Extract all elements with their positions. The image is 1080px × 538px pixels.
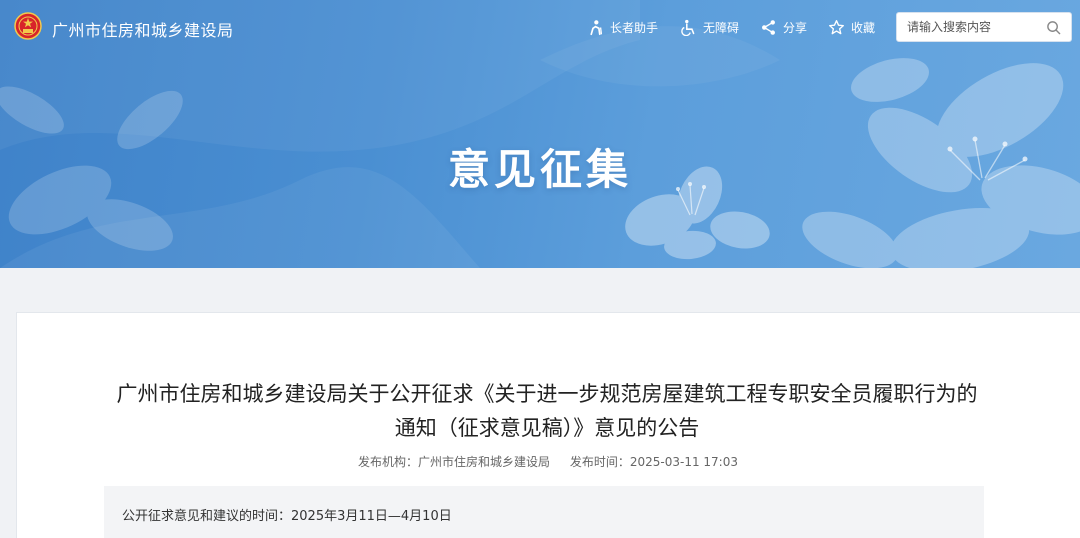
banner: 广州市住房和城乡建设局 长者助手 无障碍 分享 收藏 请输入搜索内容 意见征集: [0, 0, 1080, 268]
article-title-line-1: 广州市住房和城乡建设局关于公开征求《关于进一步规范房屋建筑工程专职安全员履职行为…: [116, 382, 978, 406]
favorite-label: 收藏: [851, 20, 876, 35]
article-title: 广州市住房和城乡建设局关于公开征求《关于进一步规范房屋建筑工程专职安全员履职行为…: [113, 377, 981, 445]
search-box: [896, 12, 1072, 42]
elder-assist-icon: [590, 19, 603, 35]
favorite-button[interactable]: 收藏: [828, 16, 875, 38]
site-title[interactable]: 广州市住房和城乡建设局: [52, 17, 234, 41]
share-button[interactable]: 分享: [760, 16, 807, 38]
top-bar: 广州市住房和城乡建设局 长者助手 无障碍 分享 收藏 请输入搜索内容: [0, 0, 1080, 54]
search-icon[interactable]: [1046, 20, 1061, 35]
publisher: 发布机构：广州市住房和城乡建设局: [358, 455, 551, 469]
comment-period-text: 公开征求意见和建议的时间：2025年3月11日—4月10日: [122, 509, 452, 524]
accessibility-label: 无障碍: [703, 20, 740, 35]
share-label: 分享: [783, 20, 808, 35]
comment-period-notice: 公开征求意见和建议的时间：2025年3月11日—4月10日: [104, 486, 984, 538]
article-card: 广州市住房和城乡建设局关于公开征求《关于进一步规范房屋建筑工程专职安全员履职行为…: [16, 312, 1080, 538]
banner-title: 意见征集: [447, 145, 632, 194]
article-meta: 发布机构：广州市住房和城乡建设局 发布时间：2025-03-11 17:03: [17, 453, 1079, 470]
publish-time: 发布时间：2025-03-11 17:03: [569, 455, 738, 469]
article-title-line-2: 通知（征求意见稿）》意见的公告: [394, 416, 700, 440]
elder-assist-label: 长者助手: [610, 20, 659, 35]
wheelchair-icon: [681, 19, 695, 36]
elder-assist-button[interactable]: 长者助手: [587, 16, 658, 38]
star-icon: [829, 19, 844, 34]
accessibility-button[interactable]: 无障碍: [680, 16, 739, 38]
search-input[interactable]: [897, 13, 1043, 41]
share-icon: [762, 19, 775, 35]
national-emblem-icon: [14, 12, 42, 40]
